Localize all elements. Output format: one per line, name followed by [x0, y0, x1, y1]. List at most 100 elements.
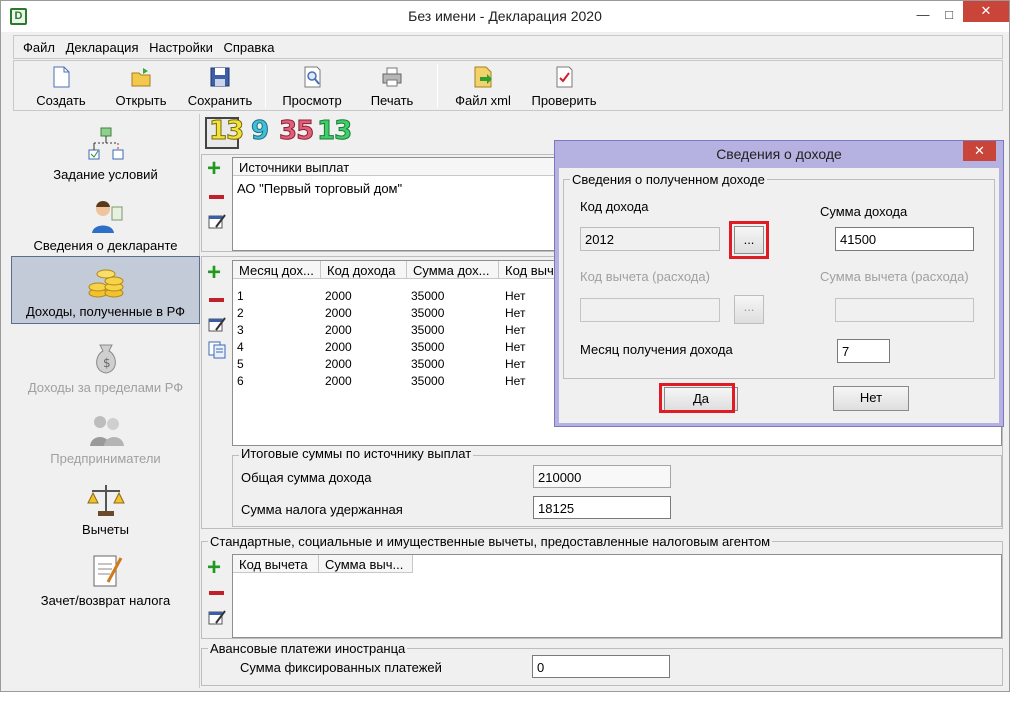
income-cell[interactable]: 2000 [325, 288, 352, 305]
open-folder-icon [130, 65, 152, 89]
close-icon[interactable]: ✕ [963, 1, 1009, 22]
nav-item-deductions[interactable]: Вычеты [11, 475, 200, 545]
deduction-header-code[interactable]: Код вычета [233, 555, 319, 573]
add-deduction-icon[interactable]: + [207, 556, 225, 580]
nav-item-declarant[interactable]: Сведения о декларанте [11, 191, 200, 261]
fixed-payments-field[interactable]: 0 [532, 655, 670, 678]
toolbar: Создать Открыть Сохранить Просмотр Печат… [13, 60, 1003, 111]
income-header-deduction[interactable]: Код выч [499, 261, 559, 279]
income-cell[interactable]: 2000 [325, 339, 352, 356]
income-code-field[interactable]: 2012 [580, 227, 720, 251]
no-button[interactable]: Нет [833, 386, 909, 411]
scales-icon [86, 481, 126, 519]
income-cell[interactable]: 35000 [411, 339, 444, 356]
maximize-icon[interactable]: □ [935, 5, 963, 25]
income-cell[interactable]: Нет [505, 305, 525, 322]
xml-file-label: Файл xml [455, 93, 511, 108]
source-row[interactable]: АО "Первый торговый дом" [237, 180, 402, 197]
highlight-browse [729, 221, 769, 259]
remove-income-icon[interactable] [209, 298, 224, 302]
menu-settings[interactable]: Настройки [146, 36, 216, 55]
menu-bar: Файл Декларация Настройки Справка [13, 35, 1003, 59]
add-income-icon[interactable]: + [207, 261, 225, 285]
deduction-code-label: Код вычета (расхода) [580, 269, 710, 284]
coins-icon [86, 263, 126, 301]
open-button[interactable]: Открыть [110, 63, 172, 108]
nav-item-tax-refund[interactable]: Зачет/возврат налога [11, 546, 200, 616]
deduction-code-browse-button[interactable]: ... [734, 295, 764, 324]
income-cell[interactable]: Нет [505, 373, 525, 390]
income-header-sum[interactable]: Сумма дох... [407, 261, 499, 279]
create-button[interactable]: Создать [30, 63, 92, 108]
title-bar: D Без имени - Декларация 2020 — □ ✕ [1, 1, 1009, 32]
remove-deduction-icon[interactable] [209, 591, 224, 595]
save-button[interactable]: Сохранить [184, 63, 256, 108]
income-header-code[interactable]: Код дохода [321, 261, 407, 279]
nav-label-conditions: Задание условий [53, 167, 158, 182]
nav-label-income-rf: Доходы, полученные в РФ [25, 304, 186, 319]
document-pen-icon [86, 552, 126, 590]
tax-withheld-field[interactable]: 18125 [533, 496, 671, 519]
deduction-header-sum[interactable]: Сумма выч... [319, 555, 413, 573]
income-header-month[interactable]: Месяц дох... [233, 261, 321, 279]
nav-label-declarant: Сведения о декларанте [33, 238, 178, 253]
edit-deduction-icon[interactable] [208, 609, 226, 625]
menu-file[interactable]: Файл [20, 36, 58, 55]
floppy-disk-icon [209, 65, 231, 89]
xml-file-button[interactable]: Файл xml [452, 63, 514, 108]
advance-title: Авансовые платежи иностранца [208, 641, 408, 656]
edit-income-icon[interactable] [208, 316, 226, 332]
create-label: Создать [36, 93, 86, 108]
add-source-icon[interactable]: + [207, 157, 225, 181]
preview-button[interactable]: Просмотр [278, 63, 346, 108]
minimize-icon[interactable]: — [909, 5, 937, 25]
dialog-close-icon[interactable]: ✕ [963, 141, 996, 161]
navigation-panel: Задание условий Сведения о декларанте До… [11, 114, 200, 688]
deductions-table: Код вычета Сумма выч... [232, 554, 1002, 638]
income-cell[interactable]: 5 [237, 356, 244, 373]
income-cell[interactable]: 2000 [325, 322, 352, 339]
income-sum-field[interactable]: 41500 [835, 227, 974, 251]
income-cell[interactable]: 2000 [325, 373, 352, 390]
totals-group: Итоговые суммы по источнику выплат Общая… [232, 446, 1002, 527]
sources-header[interactable]: Источники выплат [233, 158, 563, 176]
menu-help[interactable]: Справка [220, 36, 277, 55]
check-button[interactable]: Проверить [526, 63, 602, 108]
income-cell[interactable]: 35000 [411, 322, 444, 339]
income-cell[interactable]: Нет [505, 339, 525, 356]
nav-label-deductions: Вычеты [82, 522, 129, 537]
dialog-group: Сведения о полученном доходе Код дохода … [563, 172, 995, 379]
month-field[interactable]: 7 [837, 339, 890, 363]
nav-item-conditions[interactable]: Задание условий [11, 120, 200, 190]
remove-source-icon[interactable] [209, 195, 224, 199]
income-cell[interactable]: Нет [505, 288, 525, 305]
income-cell[interactable]: 4 [237, 339, 244, 356]
edit-source-icon[interactable] [208, 213, 226, 229]
income-cell[interactable]: 35000 [411, 288, 444, 305]
income-cell[interactable]: 35000 [411, 305, 444, 322]
income-cell[interactable]: 1 [237, 288, 244, 305]
income-cell[interactable]: 35000 [411, 373, 444, 390]
income-cell[interactable]: Нет [505, 356, 525, 373]
income-cell[interactable]: 2000 [325, 305, 352, 322]
nav-item-income-rf[interactable]: Доходы, полученные в РФ [11, 256, 200, 324]
rate-tab-9[interactable]: 9 [250, 116, 269, 147]
income-cell[interactable]: Нет [505, 322, 525, 339]
income-cell[interactable]: 6 [237, 373, 244, 390]
rate-tab-13-alt[interactable]: 13 [316, 116, 352, 147]
conditions-tree-icon [86, 126, 126, 164]
deductions-title: Стандартные, социальные и имущественные … [208, 534, 773, 549]
deduction-sum-field [835, 298, 974, 322]
income-cell[interactable]: 2000 [325, 356, 352, 373]
income-cell[interactable]: 35000 [411, 356, 444, 373]
income-cell[interactable]: 3 [237, 322, 244, 339]
income-cell[interactable]: 2 [237, 305, 244, 322]
nav-item-income-abroad[interactable]: $ Доходы за пределами РФ [11, 333, 200, 403]
print-button[interactable]: Печать [364, 63, 420, 108]
nav-item-entrepreneurs[interactable]: Предприниматели [11, 404, 200, 474]
rate-tab-35[interactable]: 35 [278, 116, 314, 147]
xml-export-icon [472, 65, 494, 89]
total-income-field[interactable]: 210000 [533, 465, 671, 488]
copy-income-icon[interactable] [208, 341, 226, 359]
menu-declaration[interactable]: Декларация [63, 36, 142, 55]
